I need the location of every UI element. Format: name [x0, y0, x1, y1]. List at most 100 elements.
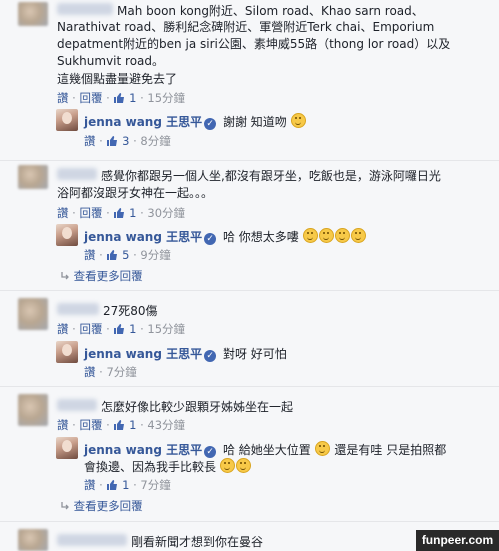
commenter-avatar[interactable]: [18, 529, 48, 551]
reply-arrow-icon: [61, 501, 69, 509]
reply-text: 會換邊、因為我手比較長: [84, 460, 217, 474]
comment-text-line: depatment附近的ben ja siri公園、素坤威55路（thong l…: [57, 37, 451, 51]
divider: [0, 386, 499, 387]
thumbs-up-icon: [114, 92, 125, 103]
timestamp[interactable]: 9分鐘: [140, 248, 170, 262]
reply-line: jenna wang 王思平 ✓ 對呀 好可怕: [84, 345, 287, 362]
laugh-emoji-icon: [314, 441, 330, 456]
comment-text-line: Sukhumvit road。: [57, 54, 165, 68]
divider: [0, 160, 499, 161]
like-count[interactable]: 5: [122, 248, 129, 262]
view-more-replies-label[interactable]: 查看更多回覆: [74, 269, 143, 283]
view-more-replies[interactable]: 查看更多回覆: [60, 268, 143, 284]
reply-link[interactable]: 回覆: [79, 206, 102, 220]
jenna-avatar[interactable]: [56, 341, 78, 363]
laugh-emoji-icon: [318, 228, 334, 243]
comment-text-line: 剛看新聞才想到你在曼谷: [131, 535, 264, 549]
comment-text-line: Narathivat road、勝利紀念碑附近、軍營附近Terk chai、Em…: [57, 20, 435, 34]
thumbs-up-icon: [114, 207, 125, 218]
timestamp[interactable]: 30分鐘: [147, 206, 185, 220]
watermark: funpeer.com: [416, 530, 499, 551]
comment-actions: 讚 · 回覆 · 1 · 15分鐘: [57, 322, 186, 336]
commenter-name[interactable]: [57, 168, 97, 180]
comment-text-line: 感覺你都跟另一個人坐,都沒有跟牙坐，吃飯也是，游泳阿囉日光: [101, 169, 441, 183]
like-link[interactable]: 讚: [57, 418, 69, 432]
like-link[interactable]: 讚: [84, 478, 96, 492]
reply-actions: 讚 · 5 · 9分鐘: [84, 248, 171, 262]
comment-text-line: 27死80傷: [103, 304, 158, 318]
reply-author[interactable]: jenna wang 王思平: [84, 115, 202, 129]
like-link[interactable]: 讚: [57, 322, 69, 336]
verified-badge-icon: ✓: [204, 233, 217, 245]
like-link[interactable]: 讚: [84, 134, 96, 148]
reply-author[interactable]: jenna wang 王思平: [84, 347, 202, 361]
reply-text: 哈 你想太多嘍: [222, 230, 299, 244]
comment-actions: 讚 · 回覆 · 1 · 43分鐘: [57, 418, 186, 432]
laugh-emoji-icon: [219, 458, 235, 473]
verified-badge-icon: ✓: [204, 446, 217, 458]
reply-link[interactable]: 回覆: [79, 322, 102, 336]
jenna-avatar[interactable]: [56, 109, 78, 131]
comment-actions: 讚 · 回覆 · 1 · 30分鐘: [57, 206, 186, 220]
timestamp[interactable]: 43分鐘: [147, 418, 185, 432]
reply-text: 哈 給她坐大位置: [222, 443, 311, 457]
like-count[interactable]: 3: [122, 134, 129, 148]
timestamp[interactable]: 15分鐘: [147, 322, 185, 336]
commenter-name[interactable]: [57, 303, 99, 315]
like-link[interactable]: 讚: [84, 365, 96, 379]
comment-actions: 讚 · 回覆 · 1 · 15分鐘: [57, 91, 186, 105]
comment-text-line: 這幾個點盡量避免去了: [57, 72, 178, 86]
thumbs-up-icon: [107, 249, 118, 260]
commenter-avatar[interactable]: [18, 298, 48, 330]
reply-author[interactable]: jenna wang 王思平: [84, 230, 202, 244]
commenter-name[interactable]: [57, 3, 113, 15]
comment-text-line: 浴阿都沒跟牙女神在一起。。。: [57, 186, 214, 200]
commenter-avatar[interactable]: [18, 165, 48, 189]
commenter-name[interactable]: [57, 534, 127, 546]
reply-link[interactable]: 回覆: [79, 418, 102, 432]
reply-line: jenna wang 王思平 ✓ 哈 你想太多嘍: [84, 228, 367, 245]
reply-text: 謝謝 知道吻: [222, 115, 287, 129]
comment-text-line: Mah boon kong附近、Silom road、Khao sarn roa…: [117, 4, 424, 18]
smile-emoji-icon: [290, 113, 306, 128]
like-count[interactable]: 1: [122, 478, 129, 492]
timestamp[interactable]: 7分鐘: [140, 478, 170, 492]
thumbs-up-icon: [107, 135, 118, 146]
commenter-name[interactable]: [57, 399, 97, 411]
view-more-replies[interactable]: 查看更多回覆: [60, 498, 143, 514]
verified-badge-icon: ✓: [204, 350, 217, 362]
reply-actions: 讚 · 1 · 7分鐘: [84, 478, 171, 492]
like-link[interactable]: 讚: [84, 248, 96, 262]
like-count[interactable]: 1: [129, 91, 136, 105]
comment-text-line: 怎麼好像比較少跟顆牙姊姊坐在一起: [101, 400, 294, 414]
reply-actions: 讚 · 3 · 8分鐘: [84, 134, 171, 148]
thumbs-up-icon: [114, 419, 125, 430]
reply-text-line: 會換邊、因為我手比較長: [84, 458, 252, 475]
timestamp[interactable]: 15分鐘: [147, 91, 185, 105]
timestamp[interactable]: 8分鐘: [140, 134, 170, 148]
laugh-emoji-icon: [334, 228, 350, 243]
like-count[interactable]: 1: [129, 418, 136, 432]
verified-badge-icon: ✓: [204, 118, 217, 130]
laugh-emoji-icon: [350, 228, 366, 243]
reply-author[interactable]: jenna wang 王思平: [84, 443, 202, 457]
like-link[interactable]: 讚: [57, 91, 69, 105]
like-count[interactable]: 1: [129, 206, 136, 220]
commenter-avatar[interactable]: [18, 394, 48, 426]
divider: [0, 290, 499, 291]
like-link[interactable]: 讚: [57, 206, 69, 220]
view-more-replies-label[interactable]: 查看更多回覆: [74, 499, 143, 513]
reply-link[interactable]: 回覆: [79, 91, 102, 105]
reply-actions: 讚 · 7分鐘: [84, 365, 137, 379]
reply-arrow-icon: [61, 271, 69, 279]
commenter-avatar[interactable]: [18, 2, 48, 26]
divider: [0, 521, 499, 522]
reply-line: jenna wang 王思平 ✓ 哈 給她坐大位置 還是有哇 只是拍照都: [84, 441, 446, 458]
jenna-avatar[interactable]: [56, 437, 78, 459]
like-count[interactable]: 1: [129, 322, 136, 336]
timestamp[interactable]: 7分鐘: [106, 365, 136, 379]
reply-line: jenna wang 王思平 ✓ 謝謝 知道吻: [84, 113, 307, 130]
laugh-emoji-icon: [235, 458, 251, 473]
jenna-avatar[interactable]: [56, 224, 78, 246]
thumbs-up-icon: [114, 323, 125, 334]
